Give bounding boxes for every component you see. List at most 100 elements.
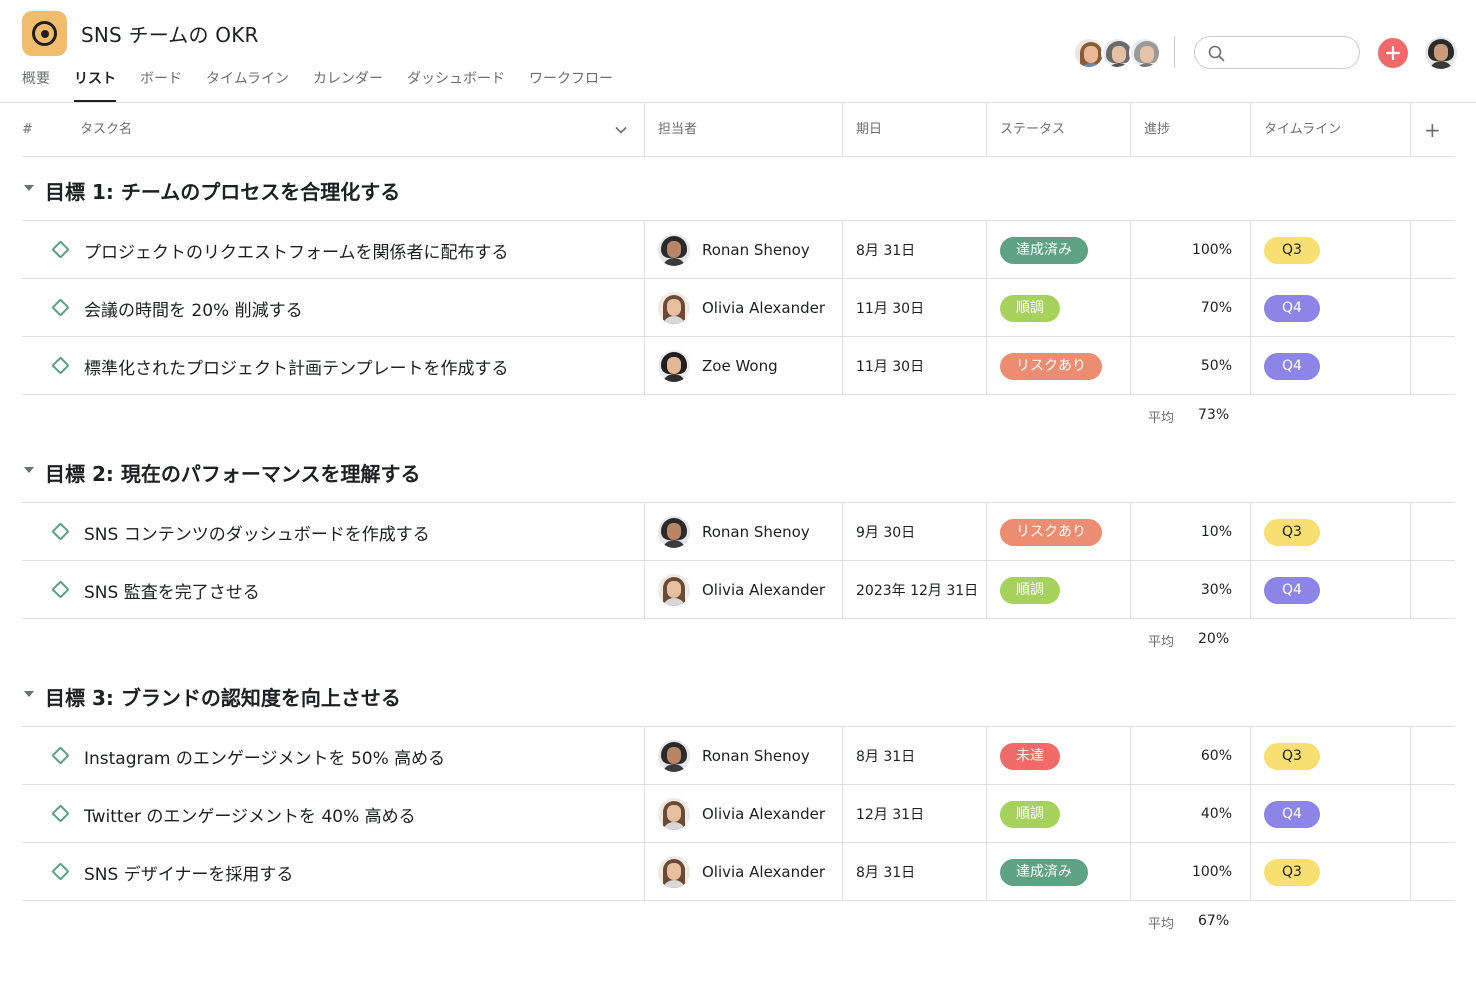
status-cell[interactable]: 達成済み xyxy=(1000,221,1088,279)
section-goal-1: 目標 1: チームのプロセスを合理化する プロジェクトのリクエストフォームを関係者… xyxy=(22,157,1455,439)
milestone-diamond-icon[interactable] xyxy=(51,862,70,881)
task-name[interactable]: SNS デザイナーを採用する xyxy=(84,843,293,901)
search-icon xyxy=(1208,45,1225,62)
timeline-cell[interactable]: Q4 xyxy=(1264,337,1320,395)
assignee-cell[interactable]: Olivia Alexander xyxy=(658,279,825,337)
due-date[interactable]: 11月 30日 xyxy=(856,279,924,337)
task-name[interactable]: Instagram のエンゲージメントを 50% 高める xyxy=(84,727,445,785)
tab-dashboard[interactable]: ダッシュボード xyxy=(407,70,505,102)
search-box[interactable] xyxy=(1194,36,1360,69)
column-divider xyxy=(644,221,645,279)
chevron-down-icon[interactable] xyxy=(615,126,627,134)
timeline-cell[interactable]: Q3 xyxy=(1264,221,1320,279)
assignee-cell[interactable]: Ronan Shenoy xyxy=(658,727,810,785)
progress-value[interactable]: 100% xyxy=(1132,843,1232,901)
status-cell[interactable]: 順調 xyxy=(1000,279,1060,337)
milestone-diamond-icon[interactable] xyxy=(51,804,70,823)
task-name[interactable]: SNS コンテンツのダッシュボードを作成する xyxy=(84,503,430,561)
assignee-cell[interactable]: Olivia Alexander xyxy=(658,843,825,901)
progress-value[interactable]: 10% xyxy=(1132,503,1232,561)
due-date[interactable]: 2023年 12月 31日 xyxy=(856,561,978,619)
tab-board[interactable]: ボード xyxy=(140,70,182,102)
caret-down-icon[interactable] xyxy=(24,691,34,697)
status-cell[interactable]: リスクあり xyxy=(1000,337,1102,395)
column-header-timeline[interactable]: タイムライン xyxy=(1264,103,1341,157)
timeline-cell[interactable]: Q3 xyxy=(1264,843,1320,901)
table-row[interactable]: Twitter のエンゲージメントを 40% 高める Olivia Alexand… xyxy=(22,785,1455,843)
status-cell[interactable]: 順調 xyxy=(1000,785,1060,843)
status-badge: リスクあり xyxy=(1000,352,1102,380)
due-date[interactable]: 9月 30日 xyxy=(856,503,915,561)
due-date[interactable]: 12月 31日 xyxy=(856,785,924,843)
status-cell[interactable]: 未達 xyxy=(1000,727,1060,785)
milestone-diamond-icon[interactable] xyxy=(51,298,70,317)
assignee-cell[interactable]: Zoe Wong xyxy=(658,337,778,395)
milestone-diamond-icon[interactable] xyxy=(51,240,70,259)
section-header[interactable]: 目標 1: チームのプロセスを合理化する xyxy=(22,157,1455,221)
progress-value[interactable]: 50% xyxy=(1132,337,1232,395)
timeline-cell[interactable]: Q4 xyxy=(1264,561,1320,619)
timeline-cell[interactable]: Q4 xyxy=(1264,279,1320,337)
due-date[interactable]: 8月 31日 xyxy=(856,843,915,901)
task-name[interactable]: Twitter のエンゲージメントを 40% 高める xyxy=(84,785,416,843)
column-header-assignee[interactable]: 担当者 xyxy=(658,103,697,157)
status-cell[interactable]: リスクあり xyxy=(1000,503,1102,561)
status-cell[interactable]: 達成済み xyxy=(1000,843,1088,901)
progress-value[interactable]: 60% xyxy=(1132,727,1232,785)
tab-timeline[interactable]: タイムライン xyxy=(206,70,289,102)
caret-down-icon[interactable] xyxy=(24,185,34,191)
table-row[interactable]: プロジェクトのリクエストフォームを関係者に配布する Ronan Shenoy 8月 … xyxy=(22,221,1455,279)
milestone-diamond-icon[interactable] xyxy=(51,746,70,765)
section-header[interactable]: 目標 3: ブランドの認知度を向上させる xyxy=(22,663,1455,727)
progress-value[interactable]: 100% xyxy=(1132,221,1232,279)
column-header-task[interactable]: タスク名 xyxy=(80,103,132,157)
caret-down-icon[interactable] xyxy=(24,467,34,473)
table-row[interactable]: 会議の時間を 20% 削減する Olivia Alexander 11月 30日 順調… xyxy=(22,279,1455,337)
avatar xyxy=(658,234,690,266)
table-row[interactable]: SNS 監査を完了させる Olivia Alexander 2023年 12月 31… xyxy=(22,561,1455,619)
progress-value[interactable]: 70% xyxy=(1132,279,1232,337)
current-user-avatar[interactable] xyxy=(1425,37,1457,69)
project-title[interactable]: SNS チームの OKR xyxy=(81,19,259,48)
assignee-cell[interactable]: Ronan Shenoy xyxy=(658,503,810,561)
status-cell[interactable]: 順調 xyxy=(1000,561,1060,619)
task-name[interactable]: SNS 監査を完了させる xyxy=(84,561,260,619)
milestone-diamond-icon[interactable] xyxy=(51,522,70,541)
column-header-status[interactable]: ステータス xyxy=(1000,103,1065,157)
project-members[interactable] xyxy=(1073,37,1161,69)
progress-value[interactable]: 40% xyxy=(1132,785,1232,843)
due-date[interactable]: 8月 31日 xyxy=(856,727,915,785)
assignee-name: Olivia Alexander xyxy=(702,581,826,599)
due-date[interactable]: 8月 31日 xyxy=(856,221,915,279)
search-input[interactable] xyxy=(1231,43,1347,63)
table-row[interactable]: SNS コンテンツのダッシュボードを作成する Ronan Shenoy 9月 30日… xyxy=(22,503,1455,561)
task-name[interactable]: 標準化されたプロジェクト計画テンプレートを作成する xyxy=(84,337,509,395)
column-divider xyxy=(1410,561,1411,619)
tab-workflow[interactable]: ワークフロー xyxy=(529,70,613,102)
timeline-cell[interactable]: Q3 xyxy=(1264,503,1320,561)
timeline-cell[interactable]: Q3 xyxy=(1264,727,1320,785)
assignee-cell[interactable]: Olivia Alexander xyxy=(658,561,825,619)
add-column-button[interactable]: + xyxy=(1424,103,1441,157)
table-row[interactable]: Instagram のエンゲージメントを 50% 高める Ronan Shenoy… xyxy=(22,727,1455,785)
task-name[interactable]: プロジェクトのリクエストフォームを関係者に配布する xyxy=(84,221,509,279)
tab-list[interactable]: リスト xyxy=(74,70,116,102)
column-header-due[interactable]: 期日 xyxy=(856,103,882,157)
assignee-cell[interactable]: Olivia Alexander xyxy=(658,785,825,843)
progress-value[interactable]: 30% xyxy=(1132,561,1232,619)
milestone-diamond-icon[interactable] xyxy=(51,356,70,375)
task-name[interactable]: 会議の時間を 20% 削減する xyxy=(84,279,303,337)
milestone-diamond-icon[interactable] xyxy=(51,580,70,599)
table-row[interactable]: 標準化されたプロジェクト計画テンプレートを作成する Zoe Wong 11月 30日… xyxy=(22,337,1455,395)
column-divider xyxy=(1130,503,1131,561)
project-icon[interactable] xyxy=(22,11,67,56)
add-button[interactable] xyxy=(1378,38,1408,68)
section-header[interactable]: 目標 2: 現在のパフォーマンスを理解する xyxy=(22,439,1455,503)
column-header-progress[interactable]: 進捗 xyxy=(1144,103,1170,157)
table-row[interactable]: SNS デザイナーを採用する Olivia Alexander 8月 31日 達成済み… xyxy=(22,843,1455,901)
timeline-cell[interactable]: Q4 xyxy=(1264,785,1320,843)
due-date[interactable]: 11月 30日 xyxy=(856,337,924,395)
tab-overview[interactable]: 概要 xyxy=(22,70,50,102)
tab-calendar[interactable]: カレンダー xyxy=(313,70,383,102)
assignee-cell[interactable]: Ronan Shenoy xyxy=(658,221,810,279)
